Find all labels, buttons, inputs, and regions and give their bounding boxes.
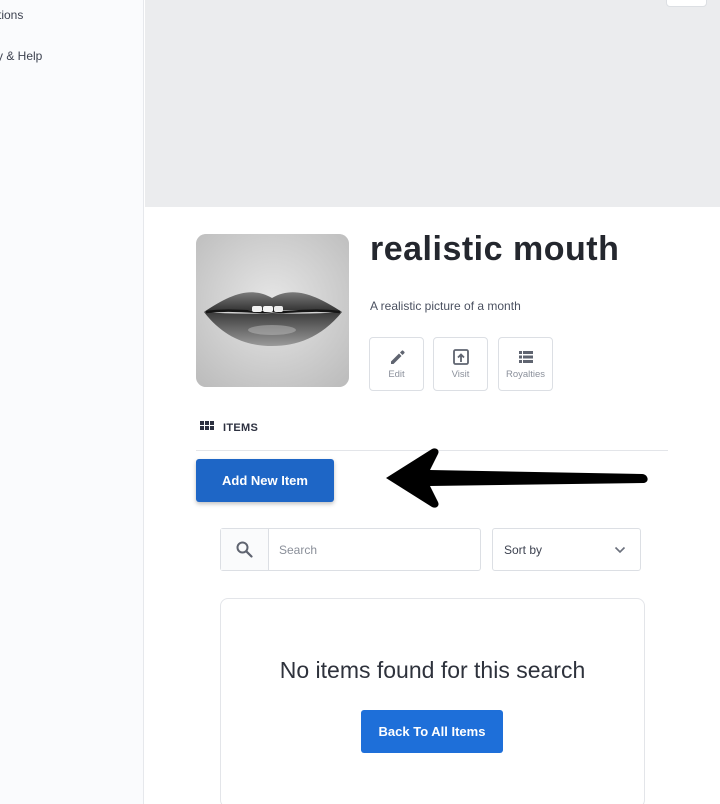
sidebar: tions y & Help	[0, 0, 144, 804]
visit-label: Visit	[451, 369, 470, 380]
open-external-icon	[452, 349, 469, 365]
edit-button[interactable]: Edit	[369, 337, 424, 391]
royalties-label: Royalties	[505, 369, 546, 380]
banner-edit-button[interactable]	[666, 0, 707, 7]
back-to-all-items-button[interactable]: Back To All Items	[361, 710, 503, 753]
sort-dropdown[interactable]: Sort by	[492, 528, 641, 571]
collection-thumbnail	[196, 234, 349, 387]
grid-icon	[200, 421, 214, 430]
collection-banner	[145, 0, 720, 207]
sort-label: Sort by	[504, 542, 543, 557]
empty-state-card: No items found for this search Back To A…	[220, 598, 645, 804]
mouth-image	[196, 234, 349, 387]
list-icon	[518, 351, 533, 363]
visit-button[interactable]: Visit	[433, 337, 488, 391]
sidebar-item-help[interactable]: y & Help	[0, 49, 42, 63]
page: tions y & Help realistic mouth A realist…	[0, 0, 720, 804]
chevron-down-icon	[614, 546, 626, 553]
collection-title: realistic mouth	[370, 230, 620, 268]
add-new-item-button[interactable]: Add New Item	[196, 459, 334, 502]
arrow-left-icon	[386, 448, 648, 508]
search-input[interactable]	[269, 529, 480, 570]
items-tab[interactable]: ITEMS	[200, 421, 258, 435]
sidebar-item-options[interactable]: tions	[0, 8, 23, 22]
edit-label: Edit	[388, 369, 405, 380]
items-heading: ITEMS	[223, 422, 259, 434]
collection-description: A realistic picture of a month	[370, 299, 521, 313]
search-box	[220, 528, 481, 571]
search-icon	[236, 541, 253, 558]
search-button[interactable]	[221, 529, 269, 570]
pencil-icon	[390, 350, 405, 364]
royalties-button[interactable]: Royalties	[498, 337, 553, 391]
empty-state-message: No items found for this search	[279, 657, 586, 683]
